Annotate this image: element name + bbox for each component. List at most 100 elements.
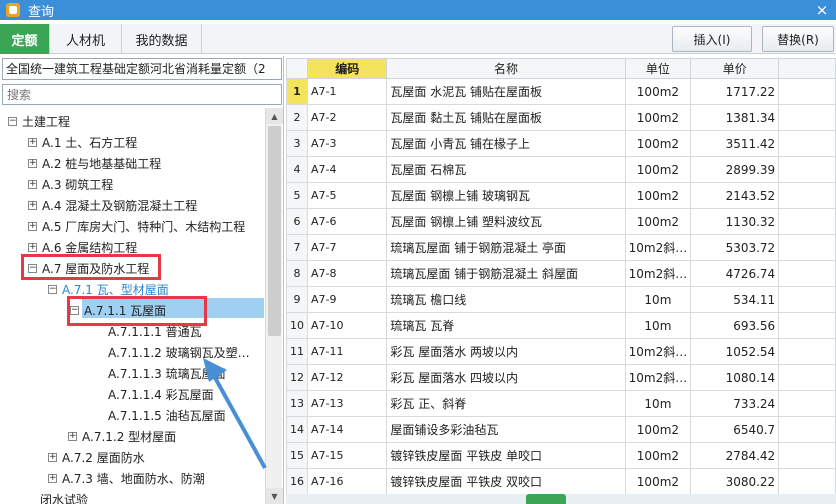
cell-unit[interactable]: 10m2斜… <box>624 260 692 287</box>
table-row[interactable]: 14 A7-14 屋面铺设多彩油毡瓦 100m2 6540.7 <box>286 416 836 443</box>
cell-name[interactable]: 瓦屋面 钢檩上铺 塑料波纹瓦 <box>386 208 626 235</box>
row-number[interactable]: 14 <box>286 416 308 443</box>
column-header-unit[interactable]: 单位 <box>624 58 692 79</box>
cell-code[interactable]: A7-15 <box>306 442 388 469</box>
row-number[interactable]: 12 <box>286 364 308 391</box>
cell-code[interactable]: A7-11 <box>306 338 388 365</box>
search-input[interactable] <box>2 84 282 105</box>
cell-price[interactable]: 3511.42 <box>690 130 780 157</box>
table-row[interactable]: 4 A7-4 瓦屋面 石棉瓦 100m2 2899.39 <box>286 156 836 183</box>
cell-name[interactable]: 瓦屋面 黏土瓦 铺贴在屋面板 <box>386 104 626 131</box>
scroll-up-icon[interactable]: ▲ <box>266 108 283 124</box>
quota-library-select[interactable]: 全国统一建筑工程基础定额河北省消耗量定额（2 <box>2 58 282 80</box>
scroll-thumb[interactable] <box>268 126 281 336</box>
table-row[interactable]: 7 A7-7 琉璃瓦屋面 铺于钢筋混凝土 亭面 10m2斜… 5303.72 <box>286 234 836 261</box>
cell-name[interactable]: 琉璃瓦 檐口线 <box>386 286 626 313</box>
table-row[interactable]: 11 A7-11 彩瓦 屋面落水 两坡以内 10m2斜… 1052.54 <box>286 338 836 365</box>
cell-price[interactable]: 733.24 <box>690 390 780 417</box>
row-number[interactable]: 4 <box>286 156 308 183</box>
row-number[interactable]: 3 <box>286 130 308 157</box>
table-row[interactable]: 12 A7-12 彩瓦 屋面落水 四坡以内 10m2斜… 1080.14 <box>286 364 836 391</box>
table-row[interactable]: 2 A7-2 瓦屋面 黏土瓦 铺贴在屋面板 100m2 1381.34 <box>286 104 836 131</box>
cell-price[interactable]: 1381.34 <box>690 104 780 131</box>
cell-unit[interactable]: 100m2 <box>624 156 692 183</box>
expander-icon[interactable]: + <box>68 432 77 441</box>
cell-price[interactable]: 534.11 <box>690 286 780 313</box>
column-header-price[interactable]: 单价 <box>690 58 780 79</box>
cell-name[interactable]: 琉璃瓦屋面 铺于钢筋混凝土 斜屋面 <box>386 260 626 287</box>
cell-code[interactable]: A7-1 <box>306 78 388 105</box>
row-number[interactable]: 13 <box>286 390 308 417</box>
cell-price[interactable]: 6540.7 <box>690 416 780 443</box>
cell-unit[interactable]: 100m2 <box>624 468 692 495</box>
table-row[interactable]: 13 A7-13 彩瓦 正、斜脊 10m 733.24 <box>286 390 836 417</box>
row-number[interactable]: 8 <box>286 260 308 287</box>
cell-code[interactable]: A7-8 <box>306 260 388 287</box>
table-row[interactable]: 9 A7-9 琉璃瓦 檐口线 10m 534.11 <box>286 286 836 313</box>
cell-code[interactable]: A7-14 <box>306 416 388 443</box>
expander-icon[interactable]: + <box>28 243 37 252</box>
row-number[interactable]: 7 <box>286 234 308 261</box>
cell-code[interactable]: A7-2 <box>306 104 388 131</box>
expander-icon[interactable]: − <box>8 117 17 126</box>
row-number[interactable]: 9 <box>286 286 308 313</box>
cell-unit[interactable]: 10m2斜… <box>624 338 692 365</box>
cell-unit[interactable]: 100m2 <box>624 182 692 209</box>
expander-icon[interactable]: − <box>48 285 57 294</box>
row-number[interactable]: 1 <box>286 78 308 105</box>
cell-code[interactable]: A7-6 <box>306 208 388 235</box>
expander-icon[interactable]: + <box>28 180 37 189</box>
column-header-name[interactable]: 名称 <box>386 58 626 79</box>
row-number[interactable]: 16 <box>286 468 308 495</box>
cell-code[interactable]: A7-9 <box>306 286 388 313</box>
row-number[interactable]: 2 <box>286 104 308 131</box>
cell-price[interactable]: 1130.32 <box>690 208 780 235</box>
cell-name[interactable]: 彩瓦 屋面落水 四坡以内 <box>386 364 626 391</box>
row-number[interactable]: 6 <box>286 208 308 235</box>
cell-unit[interactable]: 100m2 <box>624 130 692 157</box>
cell-price[interactable]: 693.56 <box>690 312 780 339</box>
cell-name[interactable]: 瓦屋面 小青瓦 铺在椽子上 <box>386 130 626 157</box>
cell-unit[interactable]: 100m2 <box>624 78 692 105</box>
cell-name[interactable]: 彩瓦 屋面落水 两坡以内 <box>386 338 626 365</box>
cell-unit[interactable]: 10m <box>624 390 692 417</box>
cell-unit[interactable]: 10m <box>624 286 692 313</box>
table-row[interactable]: 10 A7-10 琉璃瓦 瓦脊 10m 693.56 <box>286 312 836 339</box>
cell-price[interactable]: 5303.72 <box>690 234 780 261</box>
cell-unit[interactable]: 10m <box>624 312 692 339</box>
cell-code[interactable]: A7-4 <box>306 156 388 183</box>
table-row[interactable]: 5 A7-5 瓦屋面 钢檩上铺 玻璃钢瓦 100m2 2143.52 <box>286 182 836 209</box>
expander-icon[interactable]: + <box>28 159 37 168</box>
cell-price[interactable]: 2899.39 <box>690 156 780 183</box>
table-row[interactable]: 1 A7-1 瓦屋面 水泥瓦 铺贴在屋面板 100m2 1717.22 <box>286 78 836 105</box>
row-number[interactable]: 5 <box>286 182 308 209</box>
tab-labor-material-machine[interactable]: 人材机 <box>50 24 122 54</box>
cell-price[interactable]: 3080.22 <box>690 468 780 495</box>
table-row[interactable]: 3 A7-3 瓦屋面 小青瓦 铺在椽子上 100m2 3511.42 <box>286 130 836 157</box>
cell-code[interactable]: A7-3 <box>306 130 388 157</box>
cell-price[interactable]: 2784.42 <box>690 442 780 469</box>
row-number[interactable]: 11 <box>286 338 308 365</box>
table-row[interactable]: 16 A7-16 镀锌铁皮屋面 平铁皮 双咬口 100m2 3080.22 <box>286 468 836 495</box>
close-icon[interactable]: × <box>808 0 836 20</box>
cell-name[interactable]: 琉璃瓦屋面 铺于钢筋混凝土 亭面 <box>386 234 626 261</box>
table-row[interactable]: 15 A7-15 镀锌铁皮屋面 平铁皮 单咬口 100m2 2784.42 <box>286 442 836 469</box>
tab-my-data[interactable]: 我的数据 <box>122 24 202 54</box>
cell-name[interactable]: 镀锌铁皮屋面 平铁皮 双咬口 <box>386 468 626 495</box>
cell-price[interactable]: 1080.14 <box>690 364 780 391</box>
expander-icon[interactable]: + <box>28 201 37 210</box>
row-number[interactable]: 15 <box>286 442 308 469</box>
tab-quota[interactable]: 定额 <box>0 24 50 54</box>
cell-price[interactable]: 1052.54 <box>690 338 780 365</box>
cell-unit[interactable]: 100m2 <box>624 208 692 235</box>
cell-code[interactable]: A7-13 <box>306 390 388 417</box>
column-header-code[interactable]: 编码 <box>306 58 388 79</box>
table-row[interactable]: 6 A7-6 瓦屋面 钢檩上铺 塑料波纹瓦 100m2 1130.32 <box>286 208 836 235</box>
cell-code[interactable]: A7-7 <box>306 234 388 261</box>
splitter-handle[interactable] <box>526 494 566 504</box>
cell-code[interactable]: A7-5 <box>306 182 388 209</box>
cell-code[interactable]: A7-16 <box>306 468 388 495</box>
cell-unit[interactable]: 100m2 <box>624 442 692 469</box>
insert-button[interactable]: 插入(I) <box>672 26 752 52</box>
cell-unit[interactable]: 10m2斜… <box>624 234 692 261</box>
